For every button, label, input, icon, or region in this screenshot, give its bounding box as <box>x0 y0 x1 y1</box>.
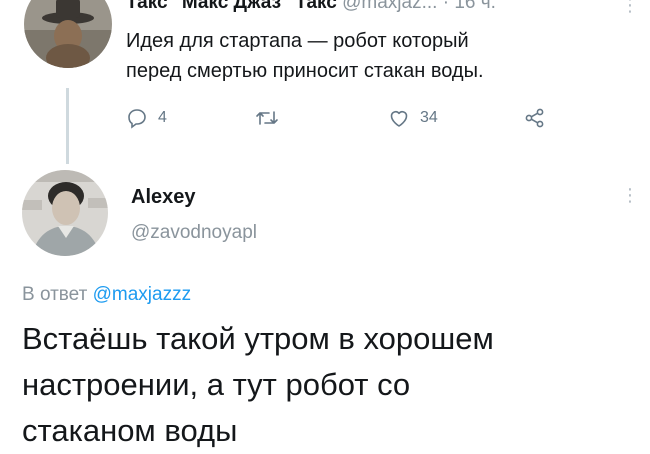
tweet2-text-line: настроении, а тут робот со <box>22 367 411 402</box>
tweet1-more-icon[interactable]: ⋮ <box>621 0 639 14</box>
share-icon <box>524 107 546 129</box>
reply-count: 4 <box>158 109 167 126</box>
tweet1-time[interactable]: · 16 ч. <box>443 0 496 13</box>
tweet2-text-line: стаканом воды <box>22 413 238 448</box>
like-count: 34 <box>420 109 438 126</box>
tweet2-more-icon[interactable]: ⋮ <box>621 186 639 204</box>
tweet2-author-name[interactable]: Alexey <box>131 186 196 209</box>
reply-prefix: В ответ <box>22 284 88 305</box>
tweet1-actions: 4 34 <box>126 106 576 130</box>
tweet1-text-line: перед смертью приносит стакан воды. <box>126 60 484 82</box>
tweet1-handle[interactable]: @maxjaz... <box>342 0 437 13</box>
retweet-icon <box>254 107 280 129</box>
avatar-tweet1[interactable] <box>24 0 112 68</box>
heart-icon <box>388 107 410 129</box>
tweet1-author-name[interactable]: Такс "Макс Джаз" Такс <box>126 0 337 13</box>
tweet1-text-line: Идея для стартапа — робот который <box>126 30 469 52</box>
reply-context: В ответ @maxjazzz <box>22 284 191 306</box>
tweet1-text: Идея для стартапа — робот который перед … <box>126 26 596 86</box>
reply-button[interactable]: 4 <box>126 106 167 130</box>
thread-line <box>66 88 69 164</box>
tweet2-text: Встаёшь такой утром в хорошем настроении… <box>22 316 632 454</box>
reply-to-link[interactable]: @maxjazzz <box>93 284 191 305</box>
share-button[interactable] <box>524 106 546 130</box>
tweet2-text-line: Встаёшь такой утром в хорошем <box>22 321 494 356</box>
retweet-button[interactable] <box>254 106 290 130</box>
reply-icon <box>126 107 148 129</box>
like-button[interactable]: 34 <box>388 106 438 130</box>
tweet1-header: Такс "Макс Джаз" Такс @maxjaz... · 16 ч. <box>126 0 496 14</box>
tweet2-handle[interactable]: @zavodnoyapl <box>131 222 257 244</box>
avatar-tweet2[interactable] <box>22 170 108 256</box>
